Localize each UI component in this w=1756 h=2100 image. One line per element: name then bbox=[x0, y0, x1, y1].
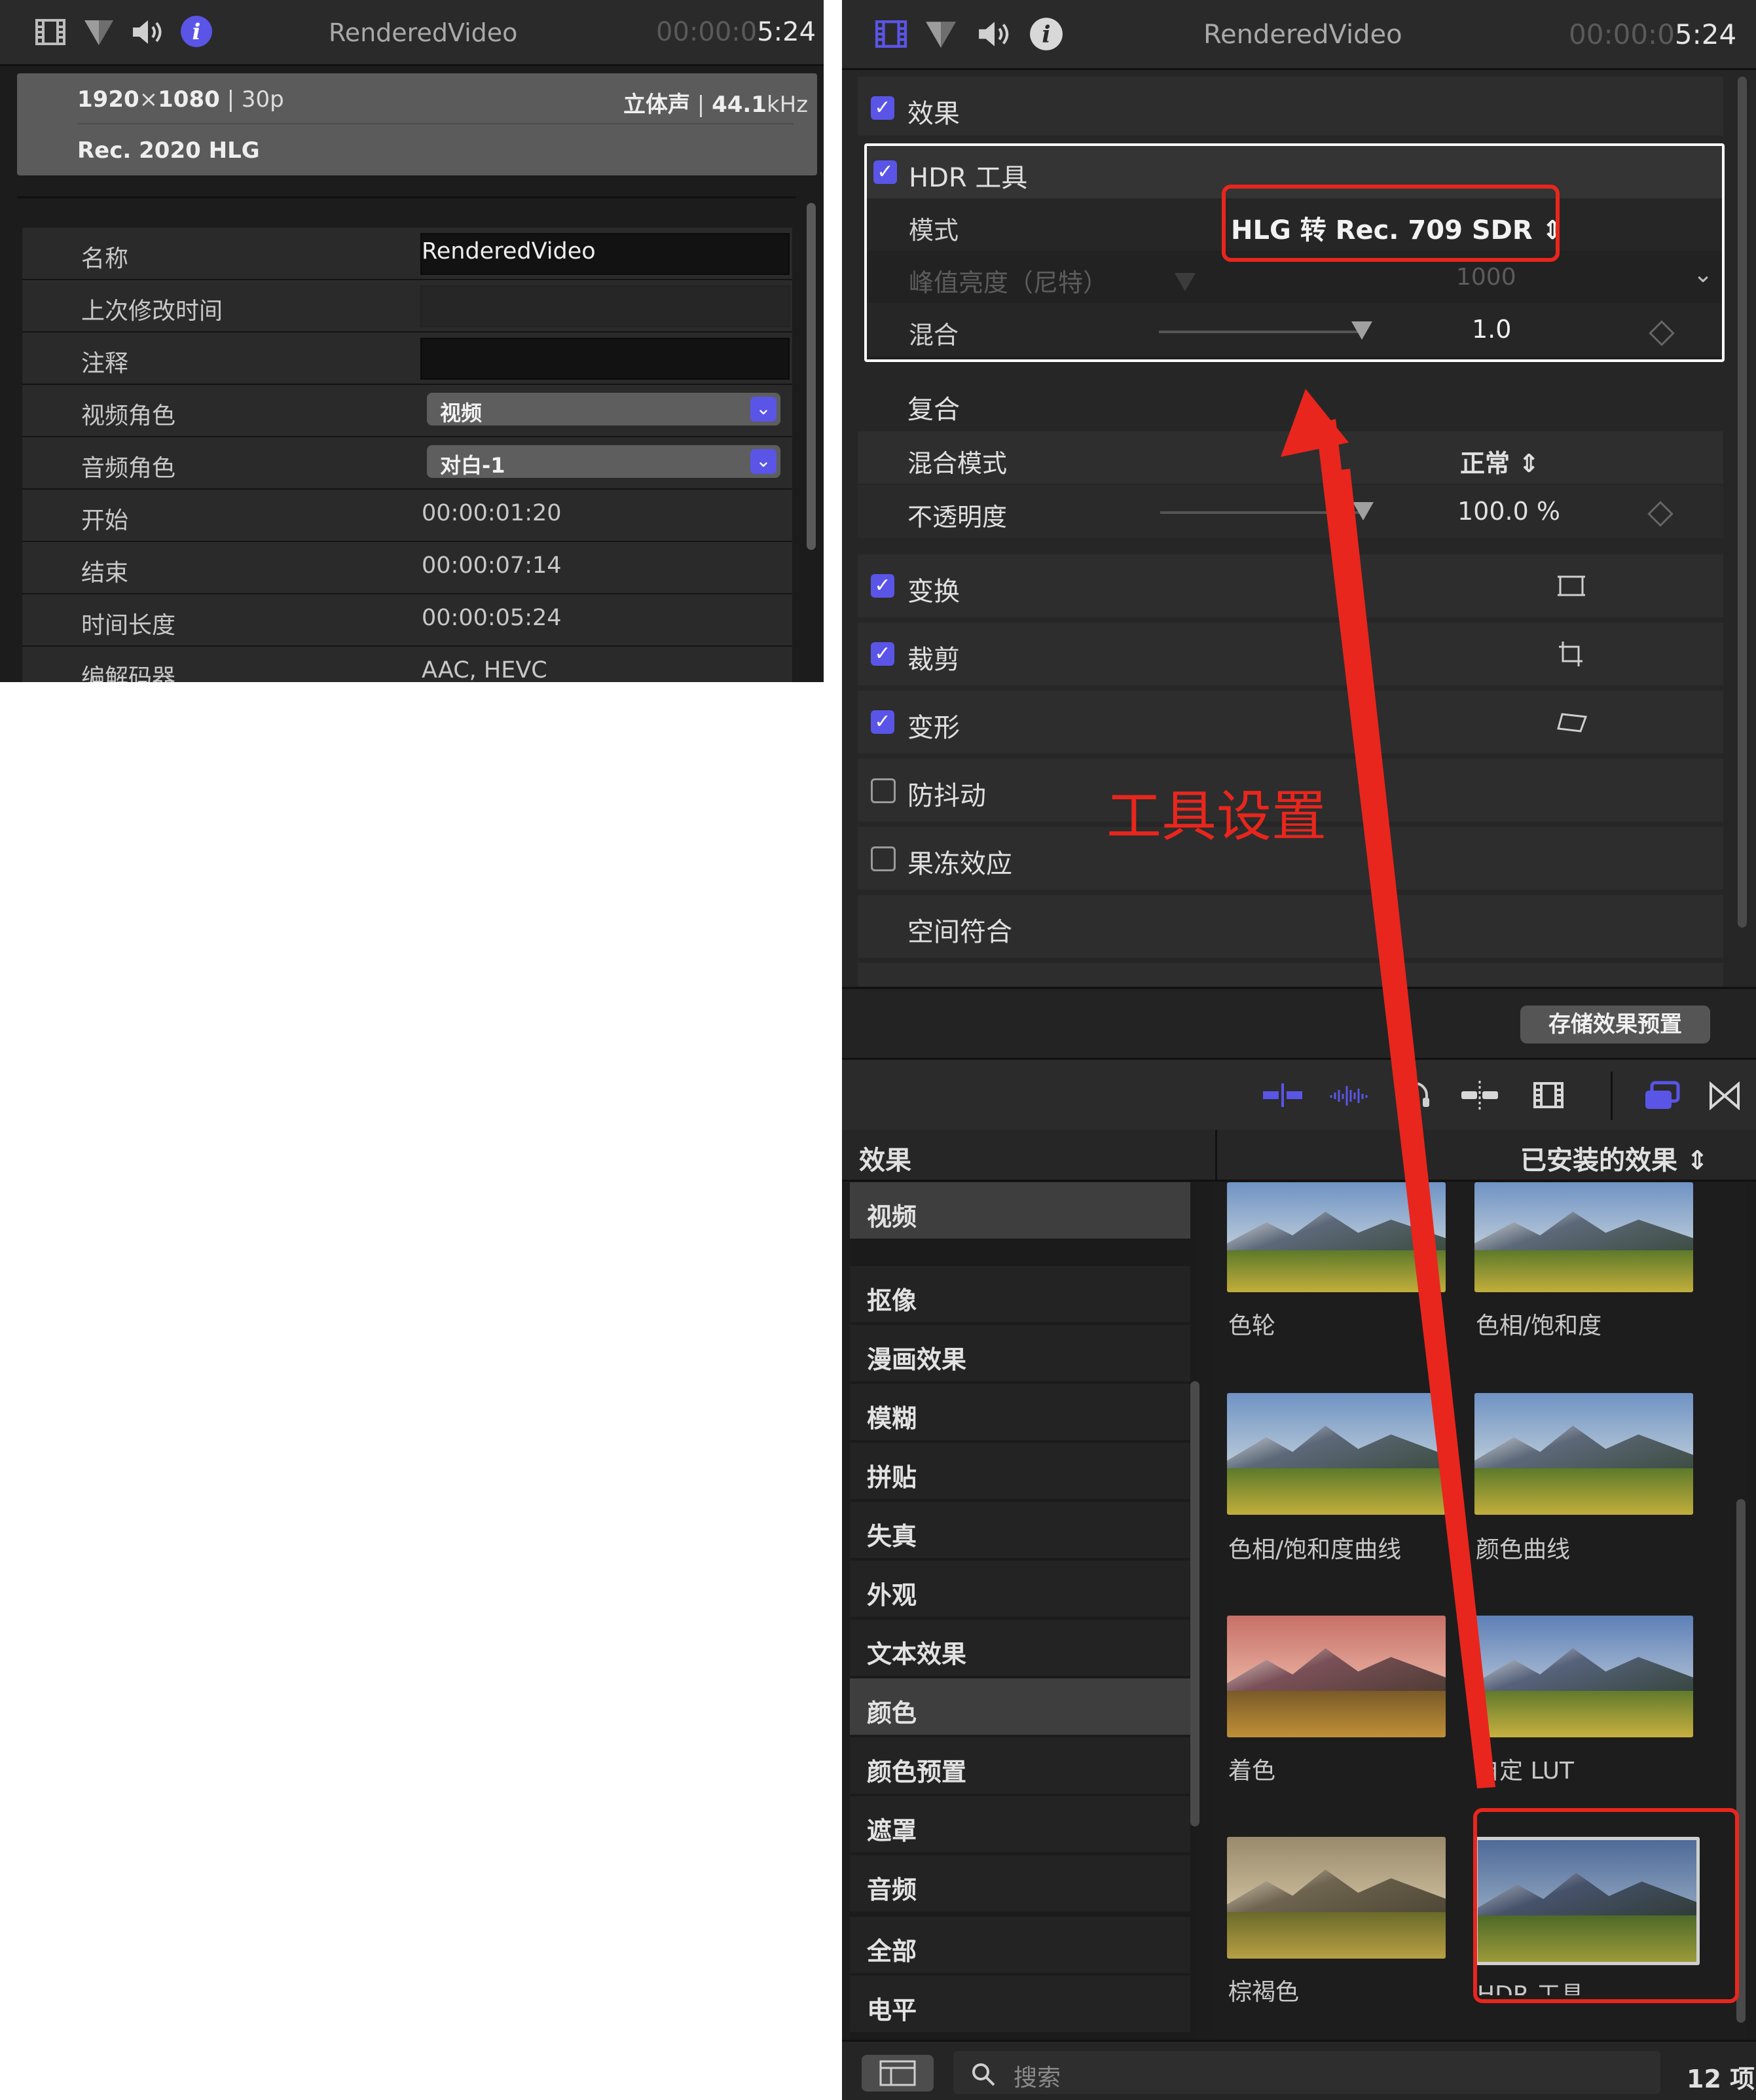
annotation-arrow bbox=[1281, 389, 1495, 1788]
